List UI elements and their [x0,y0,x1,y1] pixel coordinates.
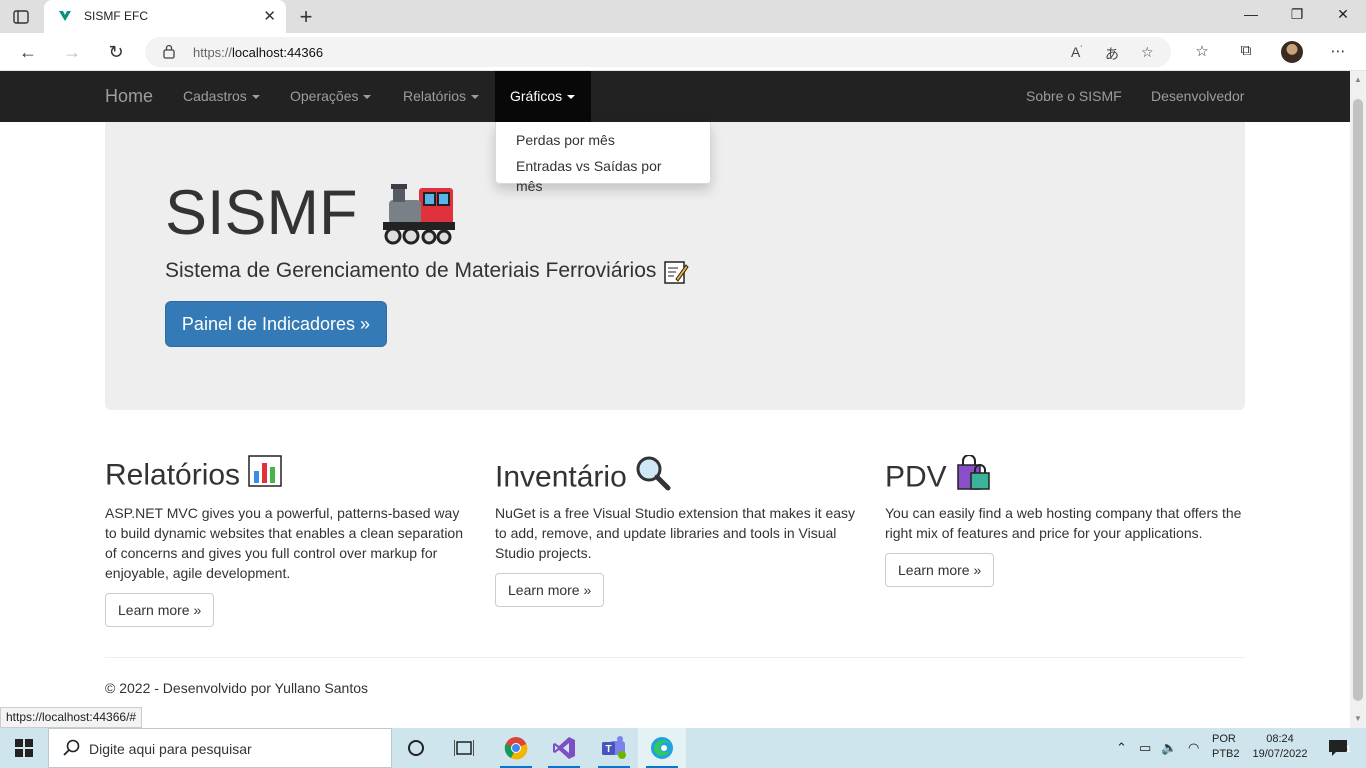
nav-operacoes-label: Operações [290,88,359,104]
column-title: PDV [885,454,1250,495]
column-title-text: Inventário [495,460,627,494]
cortana-icon[interactable] [392,728,440,768]
column-title-text: PDV [885,460,947,494]
nav-cadastros[interactable]: Cadastros [183,71,260,122]
lang-line-2: PTB2 [1212,748,1240,760]
favorites-icon[interactable]: ☆ [1191,42,1213,60]
taskbar-search-input[interactable]: Digite aqui para pesquisar [48,728,392,768]
status-url-tooltip: https://localhost:44366/# [0,707,143,728]
back-icon[interactable]: ← [16,40,40,64]
column-pdv: PDV You can easily find a web hosting co… [885,454,1250,587]
indicators-panel-button[interactable]: Painel de Indicadores » [165,301,387,347]
notification-icon[interactable]: 1 [1318,728,1358,768]
site-navbar: Home Cadastros Operações Relatórios Gráf… [0,71,1350,122]
page-title: SISMF [165,178,358,248]
column-text: ASP.NET MVC gives you a powerful, patter… [105,505,463,581]
window-close-icon[interactable]: ✕ [1320,6,1366,23]
site-favicon-icon [58,9,72,28]
search-icon [63,739,81,762]
tab-title: SISMF EFC [84,9,149,23]
nav-sobre[interactable]: Sobre o SISMF [1026,71,1122,122]
tray-chevron-icon[interactable]: ⌃ [1116,728,1127,768]
column-title: Inventário [495,455,860,495]
browser-tab-bar: SISMF EFC ✕ + — ❐ ✕ [0,0,1366,33]
svg-text:T: T [605,744,611,755]
learn-more-button[interactable]: Learn more » [495,573,605,607]
notification-count: 1 [1345,744,1351,754]
edge-icon[interactable] [638,728,686,768]
graficos-dropdown-menu: Perdas por mês Entradas vs Saídas por mê… [495,122,711,194]
clock-time: 08:24 [1266,733,1294,745]
profile-avatar[interactable] [1281,41,1303,63]
refresh-icon[interactable]: ↻ [104,40,128,64]
url-text: https://localhost:44366 [193,45,323,60]
add-favorite-icon[interactable]: ☆ [1141,44,1154,61]
lead-text: Sistema de Gerenciamento de Materiais Fe… [165,259,657,282]
footer-divider [105,657,1245,658]
tab-close-icon[interactable]: ✕ [263,7,276,25]
translate-icon[interactable]: あ [1105,44,1119,64]
volume-icon[interactable]: 🔈 [1161,728,1177,768]
caret-down-icon [251,95,260,100]
dropdown-item-perdas[interactable]: Perdas por mês [496,127,710,153]
more-menu-icon[interactable]: ⋯ [1327,42,1349,60]
forward-icon[interactable]: → [60,40,84,64]
column-text: You can easily find a web hosting compan… [885,505,1242,541]
caret-down-icon [471,95,480,100]
collections-icon[interactable]: ⧉ [1235,42,1257,59]
column-title-text: Relatórios [105,458,241,492]
network-icon[interactable]: ◠ [1188,728,1199,768]
nav-relatorios-label: Relatórios [403,88,467,104]
nav-relatorios[interactable]: Relatórios [403,71,480,122]
read-aloud-icon[interactable]: Aʼ [1071,44,1082,60]
clock[interactable]: 08:24 19/07/2022 [1248,732,1312,762]
windows-taskbar: Digite aqui para pesquisar T ⌃ ▭ 🔈 ◠ POR… [0,728,1366,768]
learn-more-button[interactable]: Learn more » [885,553,995,587]
nav-cadastros-label: Cadastros [183,88,247,104]
visual-studio-icon[interactable] [540,728,588,768]
url-host: localhost:44366 [232,45,324,60]
magnifier-icon [635,455,671,502]
lang-line-1: POR [1212,733,1236,745]
start-icon[interactable] [0,728,48,768]
nav-graficos-label: Gráficos [510,88,563,104]
nav-desenvolvedor[interactable]: Desenvolvedor [1151,71,1244,122]
bar-chart-icon [248,455,282,498]
input-language[interactable]: POR PTB2 [1212,732,1240,762]
column-text: NuGet is a free Visual Studio extension … [495,505,856,561]
column-title: Relatórios [105,455,470,495]
task-view-icon[interactable] [440,728,488,768]
minimize-icon[interactable]: — [1228,6,1274,22]
clock-date: 19/07/2022 [1252,748,1308,760]
url-scheme: https:// [193,45,233,60]
lock-icon [163,44,175,64]
dropdown-item-entradas-saidas[interactable]: Entradas vs Saídas por mês [496,153,710,194]
footer-text: © 2022 - Desenvolvido por Yullano Santos [105,680,369,696]
restore-icon[interactable]: ❐ [1274,6,1320,23]
tab-actions-icon[interactable] [10,7,32,27]
scroll-down-icon[interactable]: ▼ [1354,714,1362,723]
scroll-up-icon[interactable]: ▲ [1354,75,1362,84]
nav-home-link[interactable]: Home [105,71,153,122]
browser-address-bar: ← → ↻ https://localhost:44366 Aʼ あ ☆ ☆ ⧉… [0,33,1366,71]
nav-operacoes[interactable]: Operações [290,71,372,122]
column-relatorios: Relatórios ASP.NET MVC gives you a power… [105,455,470,627]
scrollbar-thumb[interactable] [1353,99,1363,701]
battery-icon[interactable]: ▭ [1139,728,1151,768]
chrome-icon[interactable] [492,728,540,768]
caret-down-icon [567,95,576,100]
browser-tab[interactable]: SISMF EFC ✕ [44,0,286,33]
url-field[interactable]: https://localhost:44366 Aʼ あ ☆ [145,37,1171,67]
shopping-bags-icon [955,454,991,502]
teams-icon[interactable]: T [590,728,638,768]
search-placeholder: Digite aqui para pesquisar [89,741,252,757]
new-tab-icon[interactable]: + [294,4,318,30]
nav-graficos[interactable]: Gráficos [495,71,591,122]
column-inventario: Inventário NuGet is a free Visual Studio… [495,455,860,607]
learn-more-button[interactable]: Learn more » [105,593,215,627]
caret-down-icon [363,95,372,100]
memo-icon [663,259,689,290]
page-scrollbar[interactable]: ▲ ▼ [1350,71,1366,728]
locomotive-icon [381,182,455,251]
